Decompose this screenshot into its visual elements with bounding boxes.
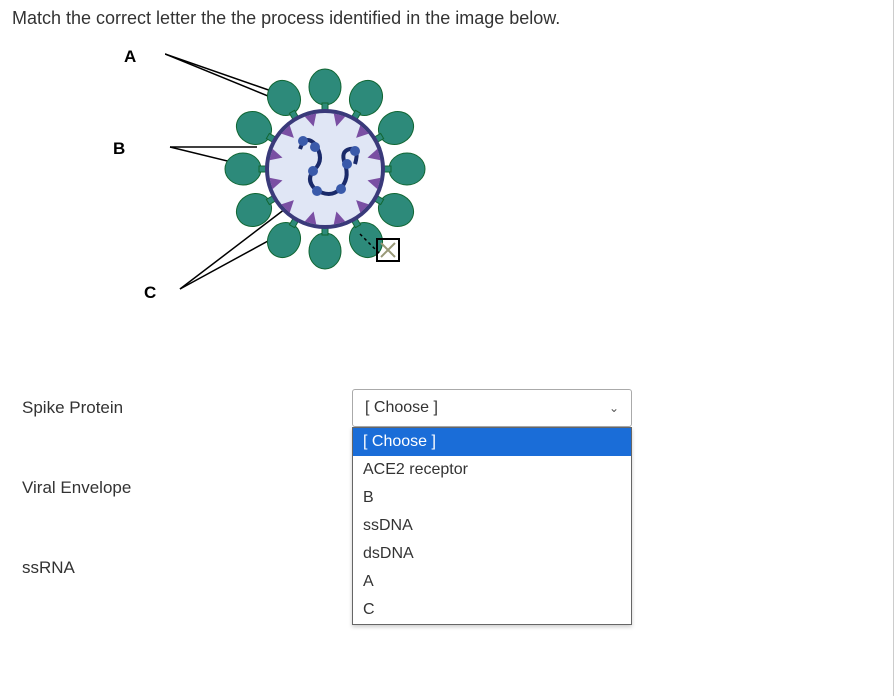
match-label-envelope: Viral Envelope [22,478,352,498]
match-section: Spike Protein [ Choose ] ⌄ [ Choose ] AC… [0,389,893,587]
dropdown-option[interactable]: [ Choose ] [353,428,631,456]
dropdown-option[interactable]: ssDNA [353,512,631,540]
question-image: A B C [80,39,500,329]
dropdown-panel: [ Choose ] ACE2 receptor B ssDNA dsDNA A… [352,427,632,625]
dropdown-option[interactable]: B [353,484,631,512]
question-prompt: Match the correct letter the the process… [0,0,893,29]
virus-diagram [165,39,465,309]
match-label-ssrna: ssRNA [22,558,352,578]
match-label-spike: Spike Protein [22,398,352,418]
dropdown-option[interactable]: C [353,596,631,624]
image-label-a: A [124,47,136,67]
select-spike-protein[interactable]: [ Choose ] ⌄ [352,389,632,427]
match-row: Spike Protein [ Choose ] ⌄ [ Choose ] AC… [22,389,893,427]
image-label-b: B [113,139,125,159]
image-label-c: C [144,283,156,303]
dropdown-option[interactable]: dsDNA [353,540,631,568]
chevron-down-icon: ⌄ [609,401,619,415]
dropdown-option[interactable]: A [353,568,631,596]
select-value: [ Choose ] [365,399,438,417]
dropdown-option[interactable]: ACE2 receptor [353,456,631,484]
